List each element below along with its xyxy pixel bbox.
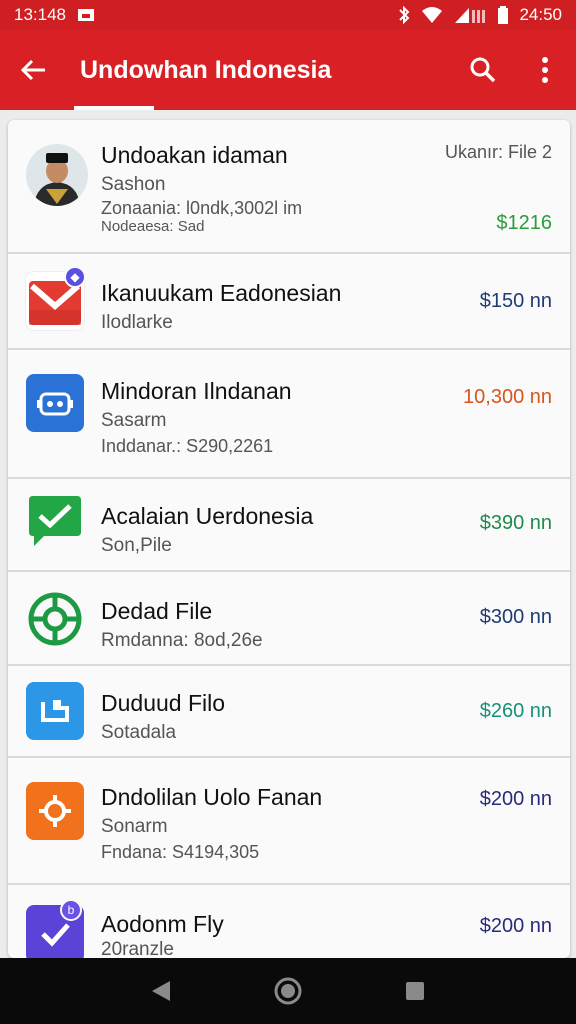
- list-item[interactable]: Dndolilan Uolo Fanan Sonarm Fndana: S419…: [8, 758, 570, 885]
- item-name: Duduud Filo: [101, 690, 226, 716]
- item-name: Undoakan idaman: [101, 142, 288, 168]
- item-price: $200 nn: [479, 915, 552, 937]
- item-price: $200 nn: [479, 788, 552, 810]
- list-item[interactable]: Duduud Filo Sotadala $260 nn: [8, 666, 570, 758]
- list-item[interactable]: Mindoran Ilndanan Sasarm Inddanar.: S290…: [8, 350, 570, 479]
- item-subtitle: Sasarm: [101, 410, 167, 431]
- list-item[interactable]: ◆ Ikanuukam Eadonesian Ilodlarke $150 nn: [8, 254, 570, 350]
- item-subtitle: Sotadala: [101, 722, 177, 743]
- search-icon: [470, 57, 496, 83]
- gear-icon: [26, 590, 84, 648]
- status-time: 13:148: [14, 5, 66, 24]
- item-subtitle: 20ranzle: [101, 939, 174, 958]
- wifi-icon: [422, 7, 443, 23]
- item-meta: Ukanır: File 2: [444, 142, 552, 162]
- item-name: Ikanuukam Eadonesian: [101, 280, 342, 306]
- list-item[interactable]: Undoakan idaman Sashon Zonaania: l0ndk,3…: [8, 120, 570, 254]
- arrow-left-icon: [20, 59, 45, 81]
- item-price: 10,300 nn: [463, 386, 552, 408]
- list-item[interactable]: b Aodonm Fly 20ranzle $200 nn: [8, 885, 570, 958]
- item-detail: Zonaania: l0ndk,3002l im: [101, 198, 303, 218]
- bluetooth-icon: [399, 6, 410, 24]
- search-button[interactable]: [452, 30, 514, 110]
- item-subtitle: Ilodlarke: [101, 312, 173, 333]
- robot-icon: [26, 374, 84, 432]
- back-button[interactable]: [0, 30, 66, 110]
- item-subtitle: Son,Pile: [101, 535, 172, 556]
- item-detail-2: Nodeaesa: Sad: [101, 218, 205, 235]
- battery-icon: [498, 6, 509, 24]
- item-name: Dndolilan Uolo Fanan: [101, 784, 323, 810]
- item-subtitle: Rmdanna: 8od,26e: [101, 630, 263, 651]
- recents-nav-button[interactable]: [404, 980, 426, 1002]
- item-detail: Inddanar.: S290,2261: [101, 436, 274, 456]
- item-name: Aodonm Fly: [101, 911, 224, 937]
- list-item[interactable]: Acalaian Uerdonesia Son,Pile $390 nn: [8, 479, 570, 572]
- item-subtitle: Sashon: [101, 174, 166, 195]
- item-subtitle: Sonarm: [101, 816, 168, 837]
- list-item[interactable]: Dedad File Rmdanna: 8od,26e $300 nn: [8, 572, 570, 666]
- overflow-menu-button[interactable]: [514, 30, 576, 110]
- more-vert-icon: [542, 57, 548, 83]
- status-bar: 13:148 24:50: [0, 0, 576, 30]
- folder-icon: [26, 682, 84, 740]
- item-detail: Fndana: S4194,305: [101, 842, 260, 862]
- item-price: $150 nn: [479, 290, 552, 312]
- location-icon: [26, 782, 84, 840]
- item-price: $390 nn: [479, 512, 552, 534]
- item-name: Acalaian Uerdonesia: [101, 503, 314, 529]
- app-toolbar: Undowhan Indonesia: [0, 30, 576, 110]
- item-name: Mindoran Ilndanan: [101, 378, 292, 404]
- tab-indicator: [74, 106, 154, 110]
- back-nav-button[interactable]: [150, 979, 172, 1003]
- home-nav-button[interactable]: [273, 976, 303, 1006]
- chat-check-icon: [26, 491, 84, 549]
- notification-badge: ◆: [64, 266, 86, 288]
- item-price: $1216: [496, 212, 552, 234]
- page-title: Undowhan Indonesia: [80, 55, 332, 84]
- notification-icon: [78, 9, 94, 21]
- list-card: Undoakan idaman Sashon Zonaania: l0ndk,3…: [8, 120, 570, 958]
- item-price: $260 nn: [479, 700, 552, 722]
- notification-badge: b: [60, 899, 82, 921]
- profile-photo-icon: [26, 144, 88, 206]
- signal-icon: [455, 8, 486, 23]
- item-name: Dedad File: [101, 598, 213, 624]
- system-nav-bar: [0, 958, 576, 1024]
- status-clock: 24:50: [519, 5, 562, 24]
- item-price: $300 nn: [479, 606, 552, 628]
